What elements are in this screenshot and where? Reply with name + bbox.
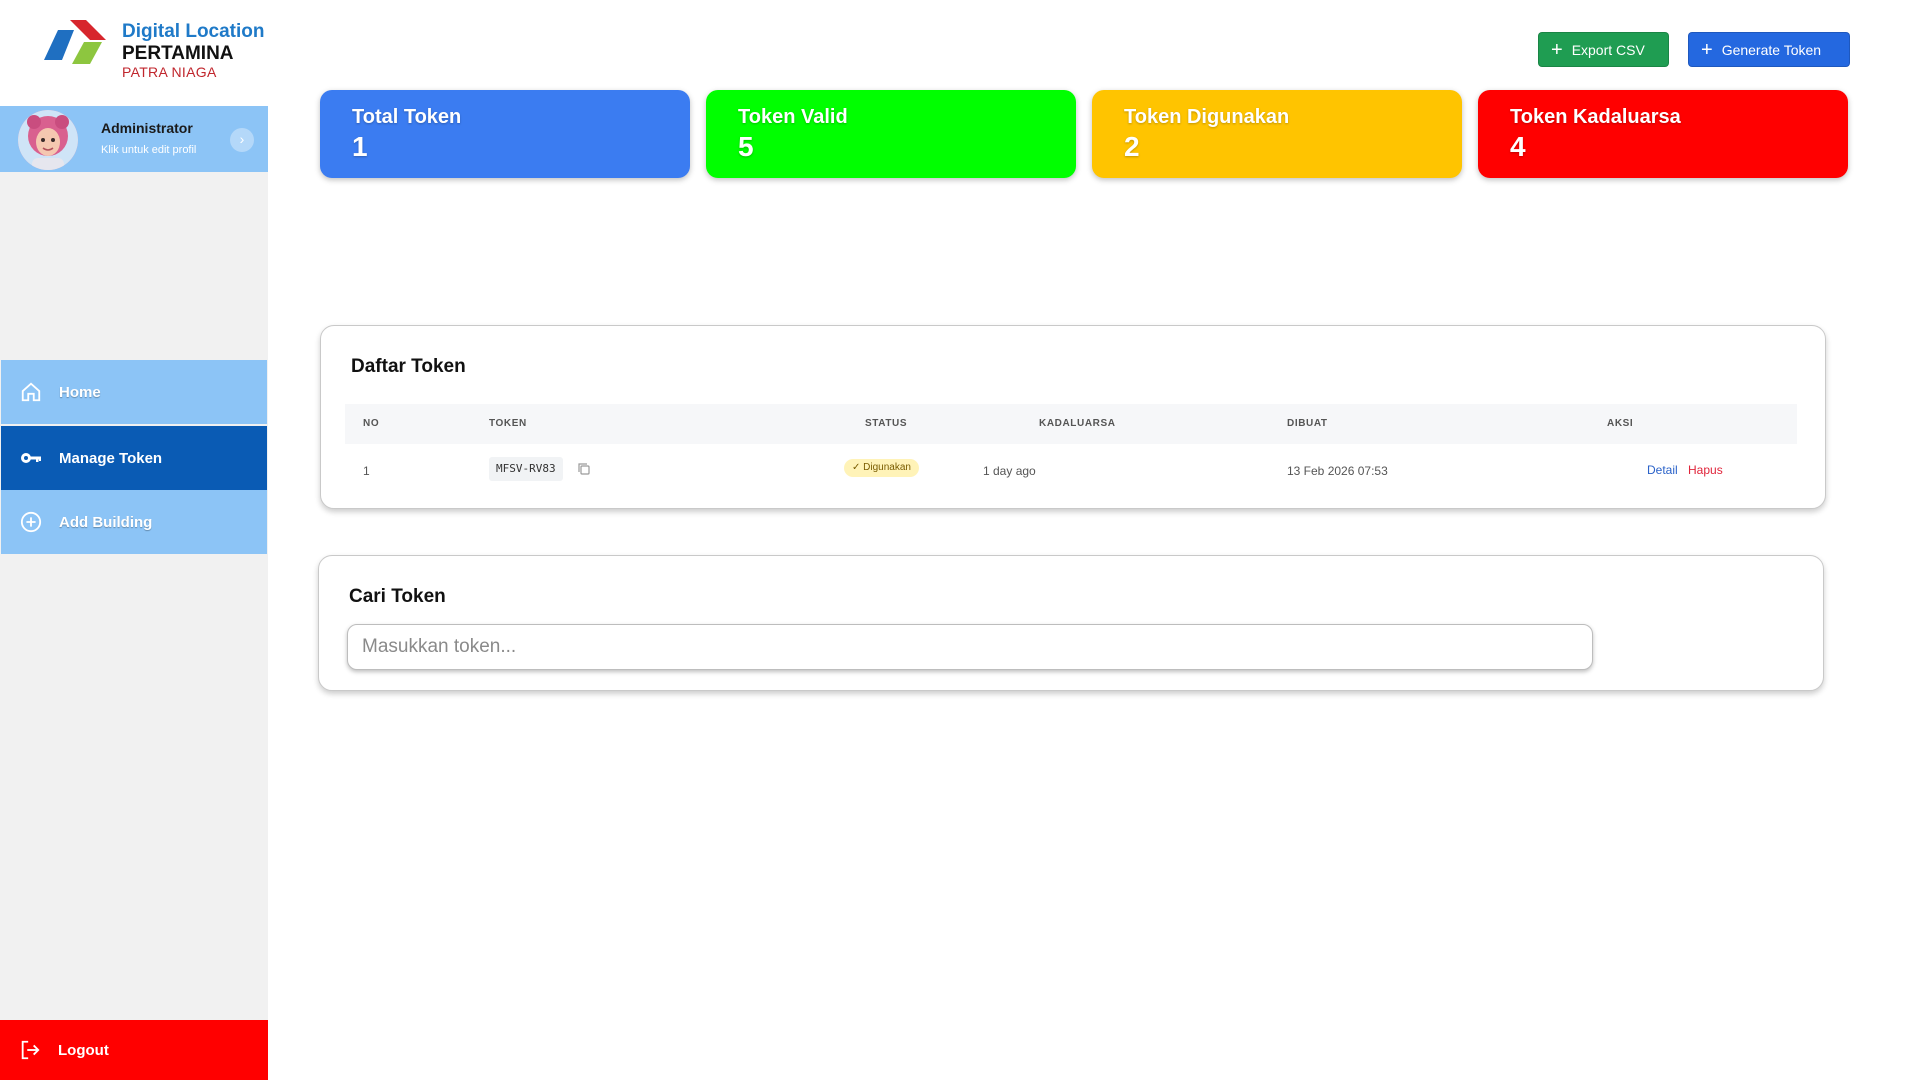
logout-button[interactable]: Logout — [0, 1020, 268, 1080]
delete-link[interactable]: Hapus — [1688, 463, 1723, 477]
stat-title: Token Kadaluarsa — [1510, 106, 1681, 128]
detail-link[interactable]: Detail — [1647, 463, 1678, 477]
stat-card-token-valid: Token Valid 5 — [706, 90, 1076, 178]
profile-name: Administrator — [101, 120, 193, 136]
sidebar-item-add-building[interactable]: Add Building — [1, 490, 267, 554]
stat-title: Token Valid — [738, 106, 848, 128]
brand-title: Digital Location — [122, 21, 265, 42]
search-input[interactable] — [347, 624, 1593, 670]
stat-value: 5 — [738, 131, 754, 162]
avatar — [18, 110, 78, 170]
brand-name: PERTAMINA — [122, 43, 234, 64]
column-header-no: NO — [363, 418, 380, 429]
search-panel: Cari Token — [318, 555, 1824, 691]
column-header-aksi: AKSI — [1607, 418, 1634, 429]
export-csv-button[interactable]: + Export CSV — [1538, 32, 1669, 67]
cell-no: 1 — [363, 464, 370, 478]
sidebar-item-label: Home — [59, 383, 101, 401]
stat-card-token-kadaluarsa: Token Kadaluarsa 4 — [1478, 90, 1848, 178]
stat-value: 4 — [1510, 131, 1526, 162]
plus-icon: + — [1701, 38, 1713, 61]
sidebar-item-manage-token[interactable]: Manage Token — [1, 426, 267, 490]
column-header-dibuat: DIBUAT — [1287, 418, 1328, 429]
stat-title: Total Token — [352, 106, 462, 128]
sidebar-item-home[interactable]: Home — [1, 360, 267, 424]
token-code: MFSV-RV83 — [489, 457, 563, 481]
column-header-token: TOKEN — [489, 418, 527, 429]
status-text: Digunakan — [863, 462, 911, 473]
profile-card[interactable]: Administrator Klik untuk edit profil › — [0, 106, 268, 172]
export-csv-label: Export CSV — [1571, 41, 1645, 58]
pertamina-logo-icon — [44, 20, 106, 64]
chevron-right-icon[interactable]: › — [230, 128, 254, 152]
key-icon — [19, 446, 43, 470]
sidebar-item-label: Add Building — [59, 513, 153, 531]
table-header: NO TOKEN STATUS KADALUARSA DIBUAT AKSI — [345, 404, 1797, 444]
sidebar-item-label: Manage Token — [59, 449, 163, 467]
plus-circle-icon — [19, 510, 43, 534]
profile-subtitle: Klik untuk edit profil — [101, 144, 197, 156]
cell-dibuat: 13 Feb 2026 07:53 — [1287, 464, 1388, 478]
stat-title: Token Digunakan — [1124, 106, 1290, 128]
brand-subname: PATRA NIAGA — [122, 64, 217, 80]
plus-icon: + — [1551, 38, 1563, 61]
generate-token-label: Generate Token — [1721, 41, 1822, 58]
status-badge: ✓ Digunakan — [844, 459, 919, 477]
panel-title: Daftar Token — [351, 356, 466, 377]
stat-card-token-digunakan: Token Digunakan 2 — [1092, 90, 1462, 178]
stat-card-total-token: Total Token 1 — [320, 90, 690, 178]
home-icon — [19, 380, 43, 404]
copy-icon[interactable] — [577, 462, 591, 476]
column-header-status: STATUS — [865, 418, 908, 429]
sidebar: Digital Location PERTAMINA PATRA NIAGA A… — [0, 0, 268, 1080]
logout-label: Logout — [58, 1041, 109, 1059]
cell-kadaluarsa: 1 day ago — [983, 464, 1036, 478]
column-header-kadaluarsa: KADALUARSA — [1039, 418, 1116, 429]
logout-icon — [18, 1038, 42, 1062]
panel-title: Cari Token — [349, 586, 446, 607]
generate-token-button[interactable]: + Generate Token — [1688, 32, 1850, 67]
stat-value: 1 — [352, 131, 368, 162]
token-list-panel: Daftar Token NO TOKEN STATUS KADALUARSA … — [320, 325, 1826, 509]
brand-logo: Digital Location PERTAMINA PATRA NIAGA — [0, 0, 268, 106]
stat-value: 2 — [1124, 131, 1140, 162]
